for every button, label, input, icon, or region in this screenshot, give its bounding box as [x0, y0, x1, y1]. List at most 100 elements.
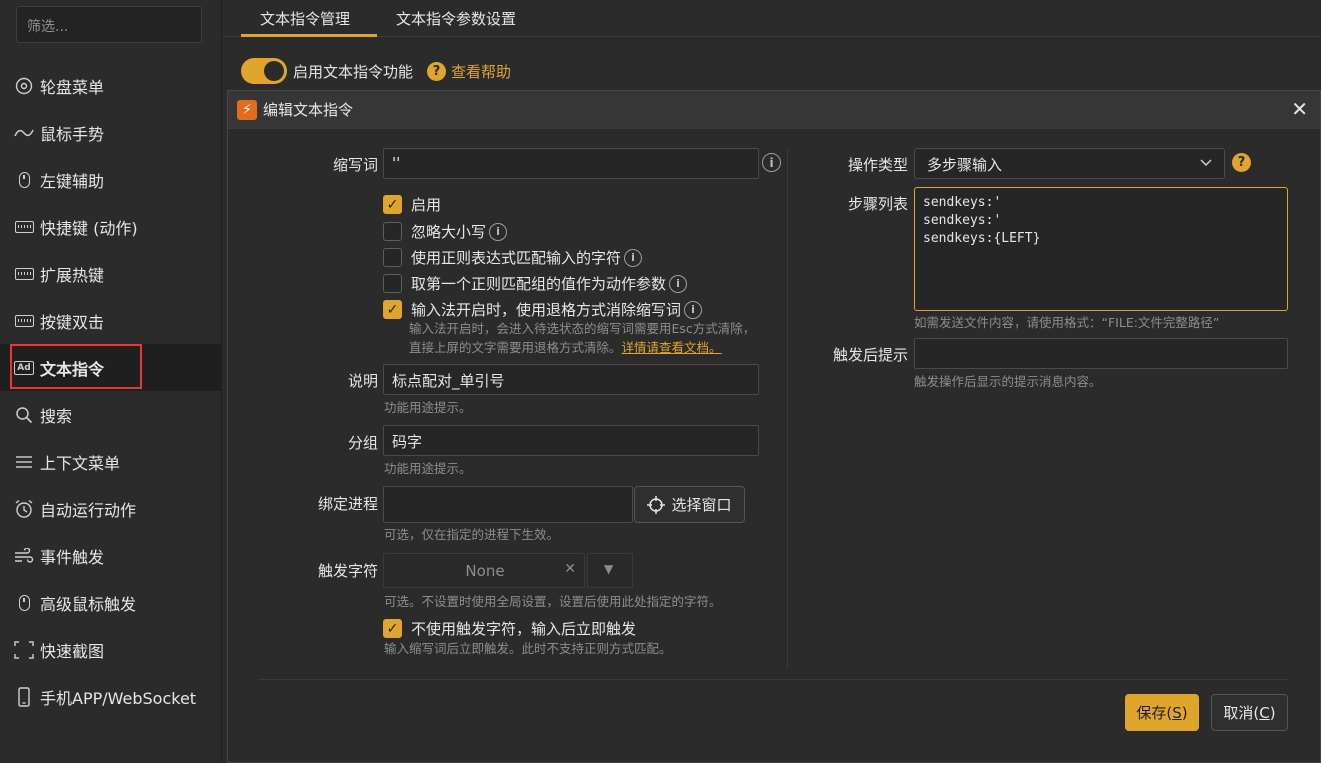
sidebar-item-mobile-app[interactable]: 手机APP/WebSocket	[0, 673, 222, 720]
sidebar-item-label: 快速截图	[40, 641, 105, 661]
desc-label: 说明	[347, 372, 378, 390]
first-group-label: 取第一个正则匹配组的值作为动作参数	[411, 275, 667, 293]
ignore-case-label: 忽略大小写	[411, 223, 487, 241]
ime-label: 输入法开启时，使用退格方式消除缩写词	[411, 301, 682, 319]
keyboard-icon	[12, 264, 36, 284]
ime-row[interactable]: ✓ 输入法开启时，使用退格方式消除缩写词 i	[383, 299, 703, 320]
enable-toggle[interactable]	[241, 58, 287, 84]
regex-info-icon[interactable]: i	[624, 248, 643, 267]
no-trigger-row[interactable]: ✓ 不使用触发字符，输入后立即触发	[383, 618, 636, 639]
process-label: 绑定进程	[317, 495, 378, 513]
save-button[interactable]: 保存(S)	[1125, 694, 1199, 731]
after-tip-label: 触发后提示	[832, 346, 908, 364]
enable-checkbox-label: 启用	[411, 196, 442, 214]
trigger-char-value: None	[465, 562, 505, 580]
regex-checkbox[interactable]	[383, 248, 402, 267]
tab-text-command-settings[interactable]: 文本指令参数设置	[396, 0, 516, 37]
sidebar-item-label: 左键辅助	[40, 171, 105, 191]
cancel-button[interactable]: 取消(C)	[1211, 694, 1288, 731]
action-type-help-icon[interactable]: ?	[1232, 153, 1251, 172]
ime-hint-line1: 输入法开启时，会进入待选状态的缩写词需要用Esc方式清除，	[409, 321, 756, 336]
sidebar-item-label: 事件触发	[40, 547, 105, 567]
tab-text-command-manage[interactable]: 文本指令管理	[241, 0, 377, 37]
crosshair-icon	[647, 495, 666, 514]
sidebar-item-extended-hotkey[interactable]: 扩展热键	[0, 250, 222, 297]
mouse-icon	[12, 170, 36, 190]
wheel-icon	[12, 76, 36, 96]
cancel-accel-key: C	[1259, 703, 1270, 722]
desc-input[interactable]: 标点配对_单引号	[383, 364, 759, 395]
filter-input[interactable]: 筛选...	[16, 6, 202, 43]
abbrev-info-icon[interactable]: i	[762, 153, 781, 172]
after-tip-hint: 触发操作后显示的提示消息内容。	[914, 374, 1102, 389]
enable-checkbox[interactable]: ✓	[383, 195, 402, 214]
abbrev-input[interactable]: ''	[383, 148, 759, 179]
app-logo-icon: ⚡	[237, 99, 257, 120]
after-tip-input[interactable]	[914, 338, 1288, 369]
sidebar-nav: 轮盘菜单 鼠标手势 左键辅助 快捷键 (动作) 扩展热键 按键双击 Ad 文本指…	[0, 62, 222, 720]
sidebar-item-hotkey-action[interactable]: 快捷键 (动作)	[0, 203, 222, 250]
enable-checkbox-row[interactable]: ✓ 启用	[383, 194, 441, 215]
sidebar-item-label: 鼠标手势	[40, 124, 105, 144]
sidebar-item-text-command[interactable]: Ad 文本指令	[0, 344, 222, 391]
sidebar-item-event-trigger[interactable]: 事件触发	[0, 532, 222, 579]
ime-hint-text: 直接上屏的文字需要用退格方式清除。	[409, 340, 622, 355]
dropdown-arrow-icon: ▼	[604, 562, 614, 576]
group-hint: 功能用途提示。	[384, 461, 472, 476]
help-link[interactable]: 查看帮助	[451, 61, 511, 82]
enable-label: 启用文本指令功能	[293, 62, 414, 81]
ime-info-icon[interactable]: i	[684, 300, 703, 319]
desc-hint: 功能用途提示。	[384, 400, 472, 415]
sidebar-item-context-menu[interactable]: 上下文菜单	[0, 438, 222, 485]
ignore-case-checkbox[interactable]	[383, 222, 402, 241]
sidebar-item-auto-run[interactable]: 自动运行动作	[0, 485, 222, 532]
sidebar-item-search[interactable]: 搜索	[0, 391, 222, 438]
sidebar-item-left-assist[interactable]: 左键辅助	[0, 156, 222, 203]
sidebar-item-label: 快捷键 (动作)	[40, 218, 138, 238]
tab-bar: 文本指令管理 文本指令参数设置	[223, 0, 1321, 37]
alarm-icon	[12, 499, 36, 519]
process-input[interactable]	[383, 486, 633, 523]
close-icon[interactable]: ✕	[1291, 99, 1308, 119]
screenshot-icon	[12, 640, 36, 660]
wind-icon	[12, 546, 36, 566]
docs-link[interactable]: 详情请查看文档。	[622, 340, 722, 355]
steps-textarea[interactable]: sendkeys:' sendkeys:' sendkeys:{LEFT}	[914, 187, 1288, 311]
ime-checkbox[interactable]: ✓	[383, 300, 402, 319]
ignore-case-row[interactable]: 忽略大小写 i	[383, 221, 508, 242]
group-input[interactable]: 码字	[383, 425, 759, 456]
sidebar-item-wheel-menu[interactable]: 轮盘菜单	[0, 62, 222, 109]
sidebar-item-label: 自动运行动作	[40, 500, 137, 520]
first-group-checkbox[interactable]	[383, 274, 402, 293]
ignore-case-info-icon[interactable]: i	[489, 222, 508, 241]
ime-hint: 输入法开启时，会进入待选状态的缩写词需要用Esc方式清除， 直接上屏的文字需要用…	[409, 319, 755, 357]
clear-icon[interactable]: ✕	[564, 561, 576, 577]
first-group-row[interactable]: 取第一个正则匹配组的值作为动作参数 i	[383, 273, 688, 294]
trigger-char-hint: 可选。不设置时使用全局设置，设置后使用此处指定的字符。	[384, 594, 722, 609]
trigger-char-select[interactable]: None ✕	[383, 553, 585, 588]
sidebar-item-label: 扩展热键	[40, 265, 105, 285]
search-icon	[12, 405, 36, 425]
toggle-knob	[264, 61, 284, 81]
no-trigger-hint: 输入缩写词后立即触发。此时不支持正则方式匹配。	[384, 641, 672, 656]
regex-row[interactable]: 使用正则表达式匹配输入的字符 i	[383, 247, 643, 268]
sidebar-item-label: 按键双击	[40, 312, 105, 332]
sidebar-item-quick-screenshot[interactable]: 快速截图	[0, 626, 222, 673]
chevron-down-icon	[1200, 159, 1212, 167]
ime-hint-line2: 直接上屏的文字需要用退格方式清除。详情请查看文档。	[409, 338, 755, 357]
keyboard-icon	[12, 311, 36, 331]
sidebar-item-mouse-gesture[interactable]: 鼠标手势	[0, 109, 222, 156]
no-trigger-checkbox[interactable]: ✓	[383, 619, 402, 638]
sidebar-item-advanced-mouse[interactable]: 高级鼠标触发	[0, 579, 222, 626]
menu-icon	[12, 452, 36, 472]
footer-divider	[258, 679, 1288, 680]
sidebar-item-label: 上下文菜单	[40, 453, 121, 473]
first-group-info-icon[interactable]: i	[669, 274, 688, 293]
action-type-select[interactable]: 多步骤输入	[914, 148, 1225, 179]
select-window-button[interactable]: 选择窗口	[634, 486, 745, 523]
save-accel-key: S	[1172, 703, 1182, 722]
help-icon[interactable]: ?	[427, 61, 447, 81]
trigger-char-dropdown[interactable]: ▼	[587, 553, 633, 588]
sidebar-item-double-press[interactable]: 按键双击	[0, 297, 222, 344]
sidebar-item-label: 轮盘菜单	[40, 77, 105, 97]
